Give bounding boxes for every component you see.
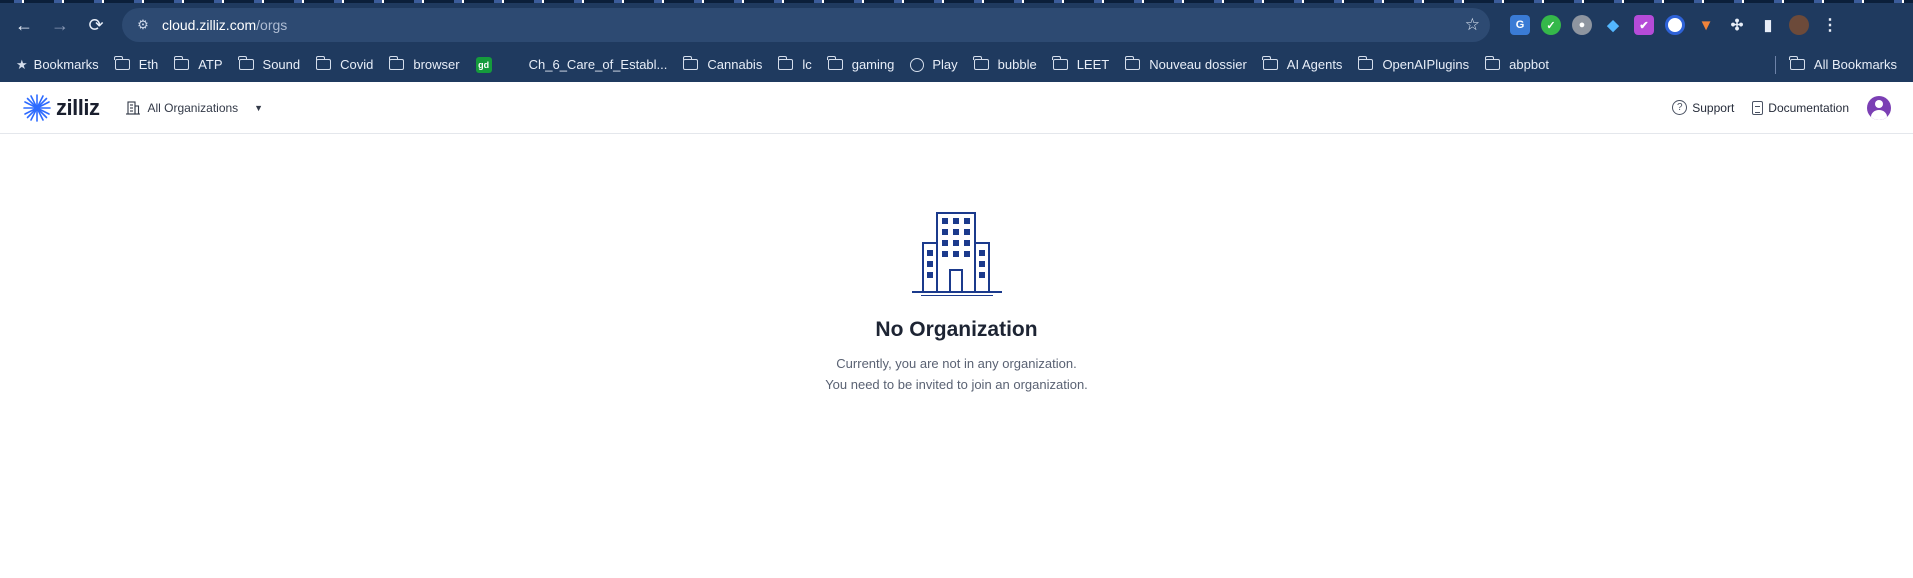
bookmark-item[interactable]: ★ Bookmarks <box>8 51 107 79</box>
documentation-link[interactable]: Documentation <box>1752 100 1849 115</box>
header-right: ? Support Documentation <box>1672 95 1891 120</box>
url-path: /orgs <box>256 17 288 33</box>
app-header: zilliz All Organizations ▼ ? Support Doc… <box>0 82 1913 134</box>
zilliz-logo[interactable]: zilliz <box>22 93 100 123</box>
thumbs-up-extension-icon[interactable]: ✓ <box>1541 15 1561 35</box>
metamask-fox-icon[interactable]: ▼ <box>1696 15 1716 35</box>
extensions-area: G ✓ ● ◆ ✔ ▼ ✣ ▮ ⋮ <box>1510 15 1840 35</box>
folder-icon <box>682 56 699 70</box>
user-avatar[interactable] <box>1867 95 1891 120</box>
folder-icon <box>315 56 332 70</box>
caret-down-icon: ▼ <box>254 102 264 113</box>
address-bar[interactable]: ⚙ cloud.zilliz.com/orgs ☆ <box>122 8 1490 42</box>
empty-state-message-line1: Currently, you are not in any organizati… <box>836 356 1077 371</box>
folder-icon <box>1052 56 1068 70</box>
bookmark-folder[interactable]: ATP <box>166 51 230 79</box>
bookmark-folder[interactable]: bubble <box>966 51 1045 79</box>
gd-favicon-icon: gd <box>475 56 492 73</box>
folder-icon <box>1262 56 1278 70</box>
gem-extension-icon[interactable]: ◆ <box>1603 15 1623 35</box>
browser-toolbar: ← → ⟳ ⚙ cloud.zilliz.com/orgs ☆ G ✓ ● ◆ … <box>0 3 1913 47</box>
folder-icon <box>238 56 254 70</box>
bookmarks-bar: ★ Bookmarks Eth ATP Sound Covid browser g… <box>0 47 1913 82</box>
bookmark-folder[interactable]: OpenAIPlugins <box>1350 51 1477 79</box>
support-label: Support <box>1692 100 1735 115</box>
translate-extension-icon[interactable]: G <box>1510 15 1530 35</box>
document-icon <box>1752 100 1764 115</box>
bookmarks-divider <box>1774 55 1776 74</box>
empty-state-message-line2: You need to be invited to join an organi… <box>825 377 1088 392</box>
folder-icon <box>1357 56 1374 70</box>
bookmark-folder[interactable]: lc <box>770 51 819 79</box>
organization-switcher[interactable]: All Organizations ▼ <box>125 100 263 116</box>
all-bookmarks-folder[interactable]: All Bookmarks <box>1782 51 1905 79</box>
bookmark-folder[interactable]: browser <box>381 51 467 79</box>
browser-chrome: ← → ⟳ ⚙ cloud.zilliz.com/orgs ☆ G ✓ ● ◆ … <box>0 0 1913 82</box>
bookmark-folder[interactable]: Covid <box>308 51 381 79</box>
blue-ring-extension-icon[interactable] <box>1665 15 1685 35</box>
logo-text: zilliz <box>56 94 100 120</box>
empty-state: No Organization Currently, you are not i… <box>0 210 1913 392</box>
bookmark-folder[interactable]: Sound <box>231 51 309 79</box>
star-icon: ★ <box>16 56 28 72</box>
bookmark-item[interactable]: gd <box>468 51 509 79</box>
bookmark-folder[interactable]: LEET <box>1045 51 1118 79</box>
back-button[interactable]: ← <box>6 7 42 43</box>
bookmark-folder[interactable]: abpbot <box>1477 51 1557 79</box>
gray-extension-icon[interactable]: ● <box>1572 15 1592 35</box>
forward-button[interactable]: → <box>42 7 78 43</box>
zilliz-star-icon <box>23 93 51 122</box>
bookmark-folder[interactable]: Cannabis <box>675 51 770 79</box>
globe-icon <box>910 57 925 72</box>
profile-avatar-icon[interactable] <box>1789 15 1809 35</box>
url-host: cloud.zilliz.com <box>162 17 257 33</box>
folder-icon <box>777 56 794 70</box>
help-circle-icon: ? <box>1672 100 1688 115</box>
bookmark-item[interactable]: Play <box>902 51 965 79</box>
site-info-icon[interactable]: ⚙ <box>132 14 154 36</box>
browser-menu-icon[interactable]: ⋮ <box>1820 15 1840 35</box>
folder-icon <box>1124 56 1141 70</box>
side-panel-icon[interactable]: ▮ <box>1758 15 1778 35</box>
pink-extension-icon[interactable]: ✔ <box>1634 15 1654 35</box>
building-illustration-icon <box>911 212 1002 296</box>
building-icon <box>126 100 141 115</box>
folder-icon <box>827 56 843 70</box>
extensions-puzzle-icon[interactable]: ✣ <box>1727 15 1747 35</box>
documentation-label: Documentation <box>1768 100 1849 115</box>
bookmark-folder[interactable]: AI Agents <box>1255 51 1351 79</box>
folder-icon <box>173 56 190 70</box>
folder-icon <box>114 56 130 70</box>
folder-icon <box>973 56 989 70</box>
bookmark-folder[interactable]: gaming <box>820 51 903 79</box>
bookmark-star-icon[interactable]: ☆ <box>1465 15 1480 35</box>
folder-icon <box>388 56 405 70</box>
folder-icon <box>1789 56 1805 70</box>
reload-button[interactable]: ⟳ <box>78 7 114 43</box>
support-link[interactable]: ? Support <box>1672 100 1734 115</box>
bookmark-folder[interactable]: Nouveau dossier <box>1117 51 1255 79</box>
organization-switcher-label: All Organizations <box>147 100 239 115</box>
bookmark-folder[interactable]: Eth <box>107 51 167 79</box>
empty-state-title: No Organization <box>875 318 1038 341</box>
bookmark-item[interactable]: Ch_6_Care_of_Establ... <box>521 51 676 79</box>
folder-icon <box>1484 56 1501 70</box>
